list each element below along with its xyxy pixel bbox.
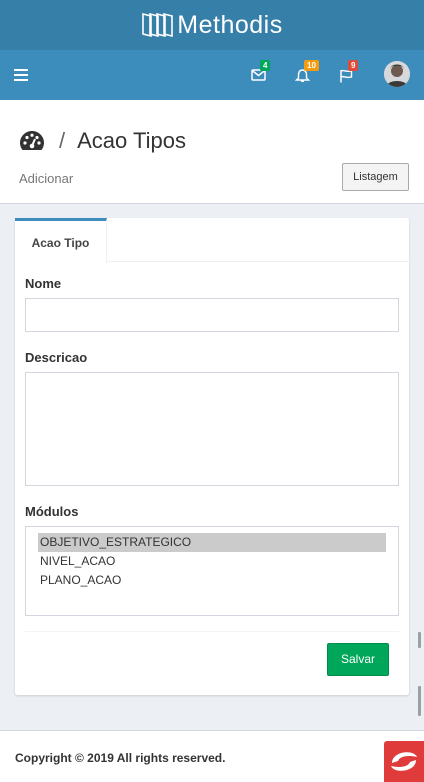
page-subtitle: Adicionar — [19, 171, 74, 186]
bell-icon — [295, 69, 310, 82]
save-button[interactable]: Salvar — [327, 643, 389, 676]
messages-badge: 4 — [260, 60, 271, 71]
scrollbar-thumb[interactable] — [418, 632, 421, 648]
dashboard-gauge-icon — [20, 131, 44, 150]
notifications-button[interactable]: 10 — [292, 60, 319, 86]
brand-mark-icon — [391, 752, 417, 771]
messages-button[interactable]: 4 — [248, 60, 272, 86]
modulos-option[interactable]: PLANO_ACAO — [38, 571, 386, 590]
nome-input[interactable] — [25, 298, 399, 332]
tasks-button[interactable]: 9 — [336, 60, 360, 86]
title-separator: / — [59, 128, 66, 153]
navbar: 4 10 9 — [0, 50, 424, 100]
page-title: / Acao Tipos — [19, 128, 186, 154]
user-avatar[interactable] — [384, 61, 410, 87]
tab-acao-tipo[interactable]: Acao Tipo — [15, 218, 107, 263]
copyright-text: Copyright © 2019 All rights reserved. — [15, 751, 226, 765]
brand-logo[interactable]: Methodis — [141, 10, 282, 40]
menu-toggle-icon[interactable] — [14, 69, 28, 81]
list-button[interactable]: Listagem — [342, 163, 409, 191]
tasks-badge: 9 — [348, 60, 359, 71]
nome-label: Nome — [25, 276, 62, 291]
notifications-badge: 10 — [304, 60, 319, 71]
footer-brand-icon[interactable] — [384, 741, 424, 782]
brand-name: Methodis — [177, 10, 283, 39]
methodis-logo-icon — [142, 12, 174, 38]
modulos-option[interactable]: OBJETIVO_ESTRATEGICO — [38, 533, 386, 552]
tab-bar: Acao Tipo — [15, 218, 409, 263]
modulos-option[interactable]: NIVEL_ACAO — [38, 552, 386, 571]
modulos-label: Módulos — [25, 504, 79, 519]
user-photo-icon — [384, 61, 410, 87]
modulos-multiselect[interactable]: OBJETIVO_ESTRATEGICO NIVEL_ACAO PLANO_AC… — [25, 526, 399, 616]
flag-icon — [340, 69, 353, 83]
descricao-textarea[interactable] — [25, 372, 399, 486]
logo-bar: Methodis — [0, 0, 424, 50]
descricao-label: Descricao — [25, 350, 88, 365]
page-title-text: Acao Tipos — [77, 128, 186, 153]
form-divider — [25, 631, 399, 632]
scrollbar-thumb-lower[interactable] — [418, 686, 421, 716]
